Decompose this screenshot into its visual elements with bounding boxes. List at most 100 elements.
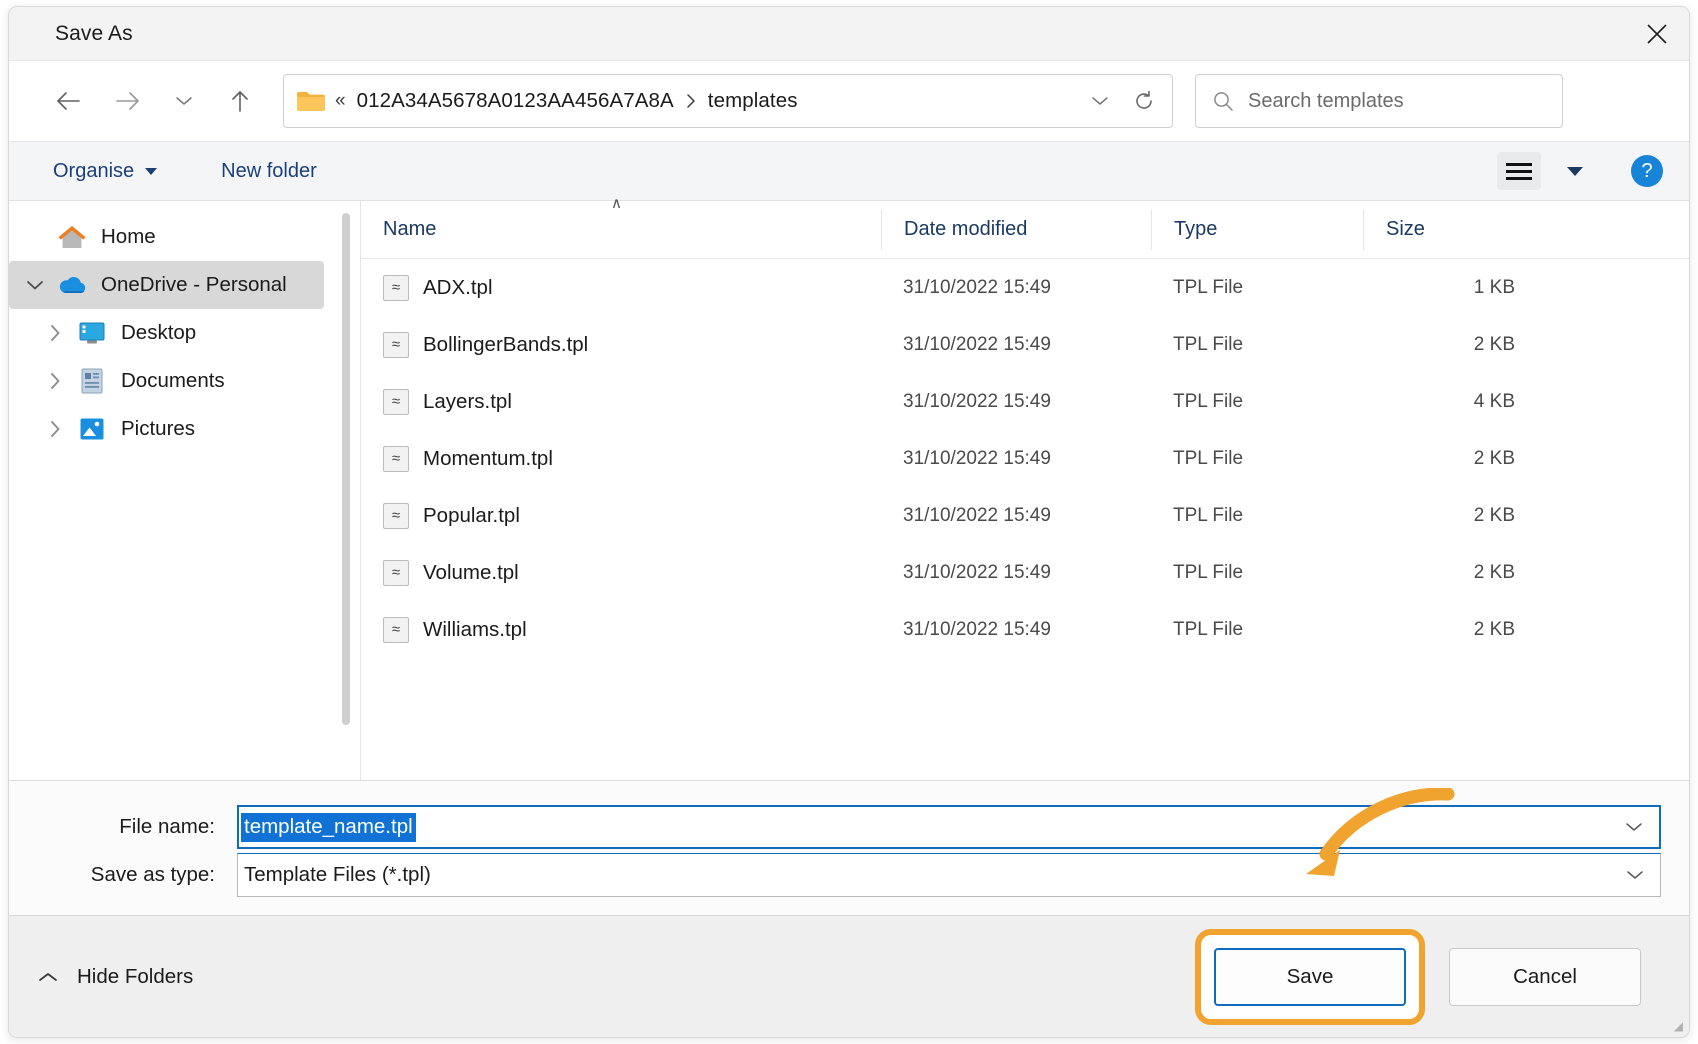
file-name: Popular.tpl [423, 503, 520, 527]
column-header-type[interactable]: Type [1151, 209, 1363, 250]
up-arrow-icon [232, 91, 248, 112]
tpl-file-icon: ≈ [383, 274, 409, 301]
refresh-button[interactable] [1122, 79, 1166, 123]
column-header-date-modified[interactable]: Date modified [881, 209, 1151, 250]
onedrive-cloud-icon [55, 268, 89, 302]
file-name-cell: ≈ BollingerBands.tpl [361, 331, 881, 358]
table-row[interactable]: ≈ Popular.tpl 31/10/2022 15:49 TPL File … [361, 487, 1689, 544]
save-as-type-select[interactable]: Template Files (*.tpl) [237, 853, 1661, 897]
file-name-cell: ≈ Williams.tpl [361, 616, 881, 643]
hide-folders-label: Hide Folders [77, 964, 194, 988]
file-type: TPL File [1173, 504, 1244, 526]
column-header-label: Type [1174, 218, 1218, 240]
table-row[interactable]: ≈ Williams.tpl 31/10/2022 15:49 TPL File… [361, 601, 1689, 658]
tpl-file-icon: ≈ [383, 445, 409, 472]
new-folder-button[interactable]: New folder [211, 154, 327, 189]
file-date: 31/10/2022 15:49 [903, 447, 1051, 469]
save-as-type-dropdown-button[interactable] [1612, 855, 1658, 895]
tree-chevron-collapsed-icon[interactable] [35, 313, 75, 353]
chevron-down-icon [1627, 871, 1643, 879]
list-view-icon-bar [1506, 169, 1532, 173]
table-row[interactable]: ≈ Layers.tpl 31/10/2022 15:49 TPL File 4… [361, 373, 1689, 430]
file-name-dropdown-button[interactable] [1611, 807, 1657, 847]
sidebar-scrollbar-thumb[interactable] [342, 213, 350, 725]
cancel-button-label: Cancel [1513, 964, 1577, 988]
table-row[interactable]: ≈ Momentum.tpl 31/10/2022 15:49 TPL File… [361, 430, 1689, 487]
view-options-button[interactable] [1497, 152, 1541, 190]
tpl-file-icon: ≈ [383, 616, 409, 643]
help-button[interactable]: ? [1631, 155, 1663, 187]
desktop-icon [75, 316, 109, 350]
view-options-caret-icon[interactable] [1567, 166, 1583, 176]
file-size: 2 KB [1473, 561, 1515, 583]
file-type: TPL File [1173, 618, 1244, 640]
tree-chevron-collapsed-icon[interactable] [35, 361, 75, 401]
cancel-button[interactable]: Cancel [1449, 947, 1641, 1006]
file-date: 31/10/2022 15:49 [903, 504, 1051, 526]
address-dropdown-button[interactable] [1078, 79, 1122, 123]
tree-chevron-expanded-icon[interactable] [15, 265, 55, 305]
file-name: Williams.tpl [423, 617, 527, 641]
breadcrumb-item-0[interactable]: 012A34A5678A0123AA456A7A8A [357, 89, 674, 113]
file-name-cell: ≈ Momentum.tpl [361, 445, 881, 472]
sidebar-item-desktop[interactable]: Desktop [9, 309, 324, 357]
sidebar-item-home[interactable]: Home [9, 213, 324, 261]
column-header-label: Name [383, 218, 437, 240]
chevron-down-icon [1092, 97, 1108, 105]
save-button-highlight-annotation: Save [1195, 928, 1425, 1025]
file-size: 2 KB [1473, 504, 1515, 526]
chevron-up-icon [37, 970, 59, 984]
tree-chevron-collapsed-icon[interactable] [35, 409, 75, 449]
search-icon [1212, 90, 1234, 112]
resize-grip[interactable]: ◢ [1674, 1019, 1683, 1033]
column-header-size[interactable]: Size [1363, 209, 1543, 250]
file-date: 31/10/2022 15:49 [903, 333, 1051, 355]
close-icon [1647, 24, 1667, 44]
close-button[interactable] [1625, 7, 1689, 61]
forward-button[interactable] [107, 80, 149, 122]
file-size: 2 KB [1473, 333, 1515, 355]
file-name: Volume.tpl [423, 560, 519, 584]
dialog-body: Home OneDrive - Personal Desktop Documen… [9, 195, 1689, 780]
tpl-file-icon: ≈ [383, 559, 409, 586]
search-box[interactable] [1195, 74, 1563, 128]
back-button[interactable] [47, 80, 89, 122]
sidebar-item-label: Desktop [121, 321, 197, 344]
tree-chevron-placeholder [15, 217, 55, 257]
file-date: 31/10/2022 15:49 [903, 276, 1051, 298]
title-bar: Save As [9, 7, 1689, 61]
up-one-level-button[interactable] [219, 80, 261, 122]
search-input[interactable] [1246, 88, 1550, 114]
file-name-cell: ≈ Layers.tpl [361, 388, 881, 415]
hide-folders-button[interactable]: Hide Folders [37, 965, 193, 989]
sidebar-item-documents[interactable]: Documents [9, 357, 324, 405]
breadcrumb-overflow[interactable]: « [335, 90, 346, 112]
file-name: Momentum.tpl [423, 446, 553, 470]
organise-button[interactable]: Organise [43, 154, 167, 189]
sort-ascending-icon: ∧ [611, 194, 622, 212]
column-header-name[interactable]: Name ∧ [361, 195, 881, 250]
file-name-input[interactable]: template_name.tpl [237, 805, 1661, 849]
save-as-dialog: Save As « 012A34A5678A0123AA456A7A8A tem… [8, 6, 1690, 1038]
tpl-file-icon: ≈ [383, 502, 409, 529]
column-header-label: Date modified [904, 218, 1028, 240]
table-row[interactable]: ≈ BollingerBands.tpl 31/10/2022 15:49 TP… [361, 316, 1689, 373]
column-header-row: Name ∧ Date modified Type Size [361, 195, 1689, 259]
file-name: Layers.tpl [423, 389, 512, 413]
column-header-label: Size [1386, 218, 1425, 240]
table-row[interactable]: ≈ Volume.tpl 31/10/2022 15:49 TPL File 2… [361, 544, 1689, 601]
sidebar-item-onedrive-personal[interactable]: OneDrive - Personal [9, 261, 324, 309]
tpl-file-icon: ≈ [383, 331, 409, 358]
sidebar-item-pictures[interactable]: Pictures [9, 405, 324, 453]
breadcrumb-separator [686, 93, 696, 109]
address-bar[interactable]: « 012A34A5678A0123AA456A7A8A templates [283, 74, 1173, 128]
caret-down-icon [145, 167, 158, 175]
list-view-icon-bar [1506, 162, 1532, 166]
breadcrumb-item-1[interactable]: templates [708, 89, 798, 113]
window-title: Save As [55, 21, 133, 45]
file-size: 4 KB [1473, 390, 1515, 412]
recent-locations-button[interactable] [163, 80, 205, 122]
save-button[interactable]: Save [1214, 947, 1406, 1006]
file-type: TPL File [1173, 561, 1244, 583]
table-row[interactable]: ≈ ADX.tpl 31/10/2022 15:49 TPL File 1 KB [361, 259, 1689, 316]
